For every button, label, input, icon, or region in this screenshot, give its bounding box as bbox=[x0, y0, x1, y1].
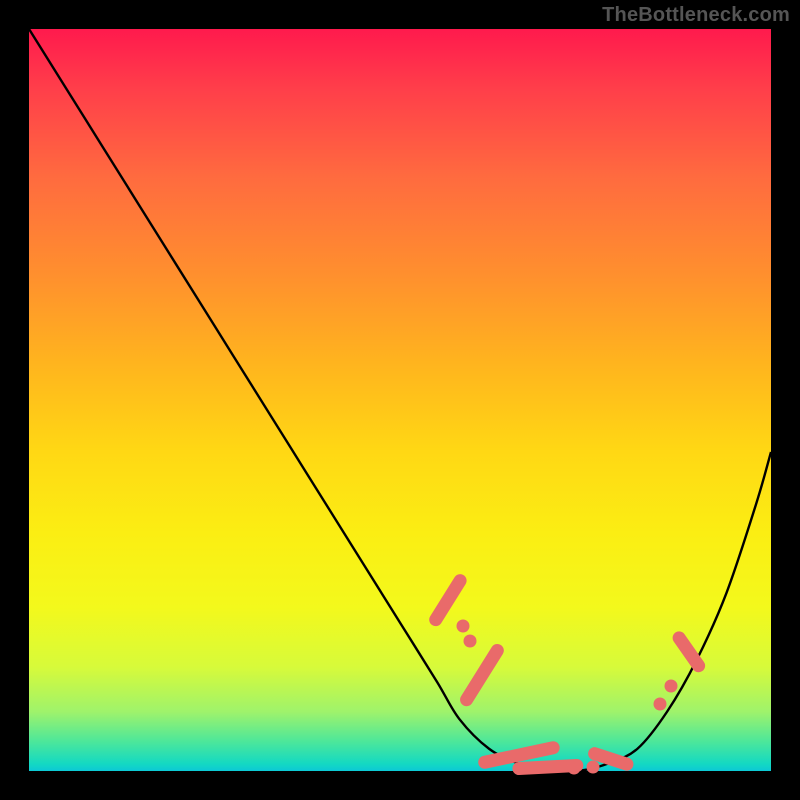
marker-dot bbox=[568, 762, 581, 775]
curve-svg bbox=[29, 29, 771, 771]
marker-dot bbox=[664, 679, 677, 692]
marker-dot bbox=[586, 760, 599, 773]
chart-frame: TheBottleneck.com bbox=[0, 0, 800, 800]
marker-dot bbox=[653, 698, 666, 711]
plot-area bbox=[29, 29, 771, 771]
bottleneck-curve bbox=[29, 29, 771, 771]
marker-dot bbox=[464, 635, 477, 648]
watermark-text: TheBottleneck.com bbox=[602, 4, 790, 27]
marker-dot bbox=[457, 620, 470, 633]
